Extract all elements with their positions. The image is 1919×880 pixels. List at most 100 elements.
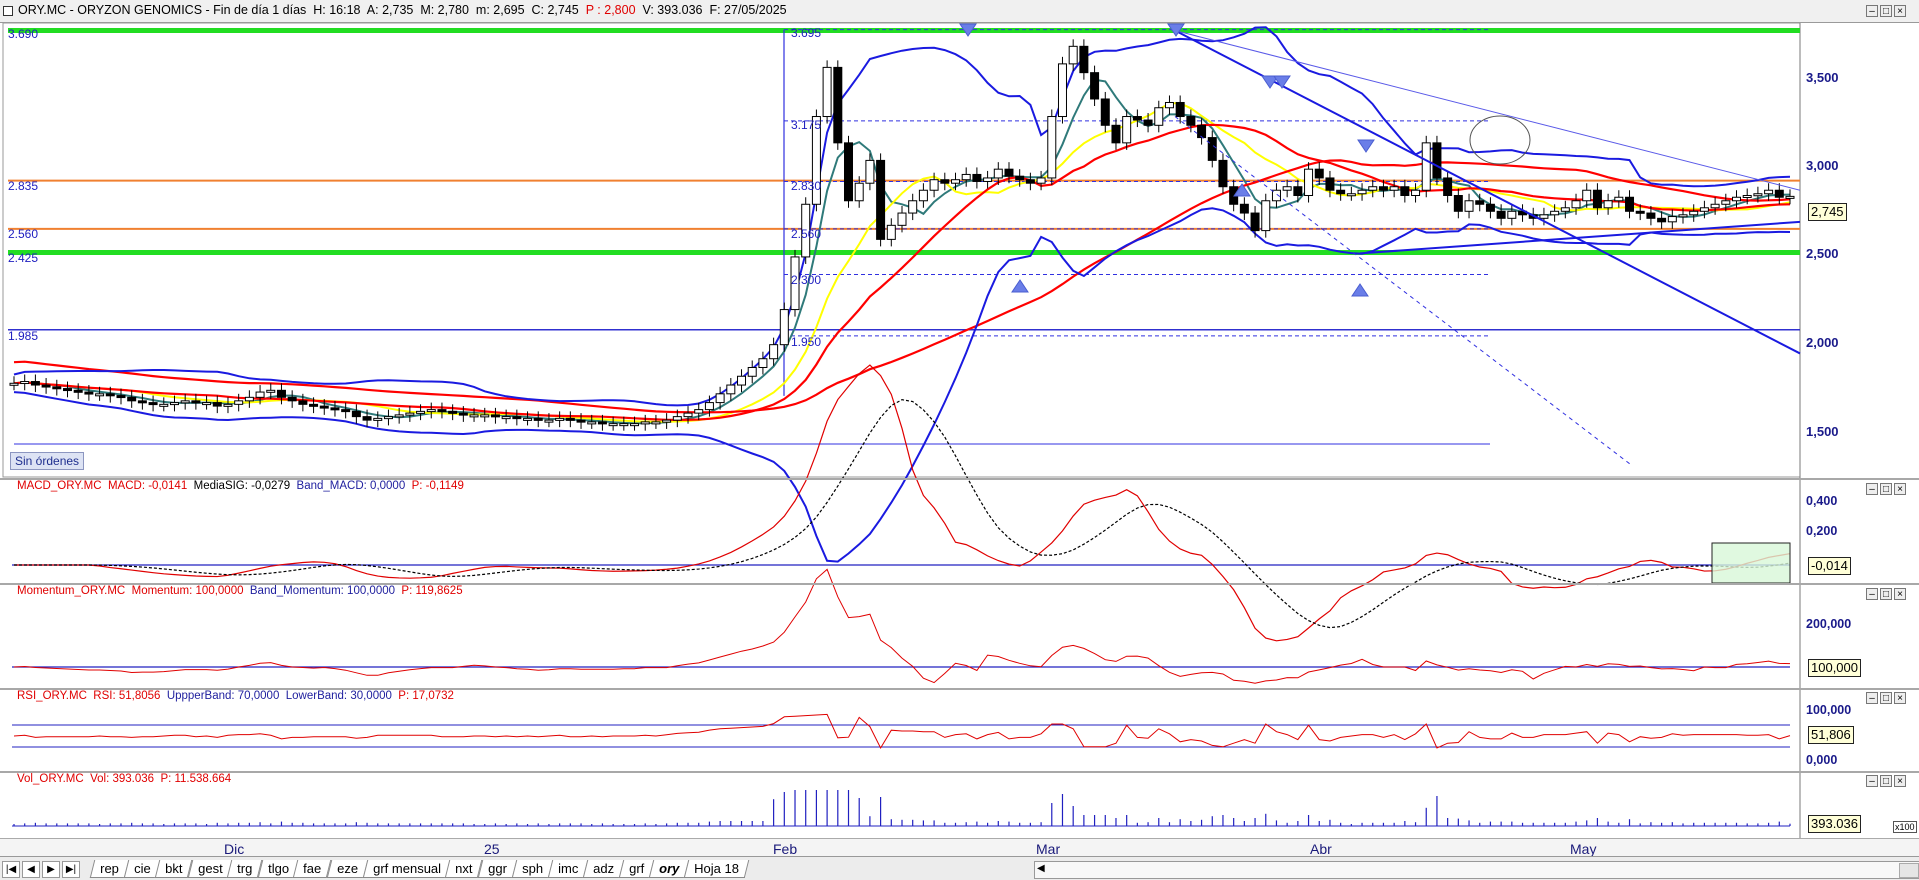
macd-tick: 0,200 bbox=[1806, 524, 1838, 538]
candle-body bbox=[630, 423, 640, 427]
maximize-icon[interactable]: □ bbox=[1880, 588, 1892, 600]
candle-body bbox=[1378, 186, 1388, 191]
candle-body bbox=[961, 173, 971, 181]
candle-body bbox=[1657, 217, 1667, 223]
candle-body bbox=[1047, 116, 1057, 179]
candle-body bbox=[480, 414, 490, 418]
scroll-left-icon[interactable]: ◀ bbox=[1037, 863, 1045, 874]
sheet-tab[interactable]: grf mensual bbox=[362, 860, 451, 878]
candle-body bbox=[1250, 212, 1260, 232]
maximize-icon[interactable]: □ bbox=[1880, 775, 1892, 787]
close-icon[interactable]: × bbox=[1894, 588, 1906, 600]
candle-body bbox=[383, 416, 393, 420]
macd-tick: 0,400 bbox=[1806, 494, 1838, 508]
candle-body bbox=[1550, 210, 1560, 216]
close-icon[interactable]: × bbox=[1894, 775, 1906, 787]
candle-body bbox=[1464, 200, 1474, 212]
sheet-tab[interactable]: imc bbox=[547, 860, 589, 878]
candle-body bbox=[255, 391, 265, 398]
candle-body bbox=[651, 421, 661, 425]
candle-body bbox=[533, 417, 543, 421]
candle-body bbox=[929, 179, 939, 191]
sheet-tab[interactable]: eze bbox=[326, 860, 368, 878]
minimize-icon[interactable]: – bbox=[1866, 588, 1878, 600]
candle-body bbox=[1646, 212, 1656, 219]
candle-body bbox=[1582, 189, 1592, 202]
candle-body bbox=[1111, 124, 1121, 144]
rsi-controls: – □ × bbox=[1866, 692, 1906, 704]
minimize-icon[interactable]: – bbox=[1866, 483, 1878, 495]
candle-body bbox=[105, 393, 115, 397]
level-label: 2.560 bbox=[8, 227, 39, 241]
candle-body bbox=[972, 173, 982, 182]
sheet-tab-bar: |◀ ◀ ▶ ▶| rep cie bkt gest trg tlgo fae eze grf … bbox=[0, 856, 1919, 880]
fib-label: 3.175 bbox=[791, 118, 822, 132]
y-tick-label: 3,500 bbox=[1806, 70, 1839, 85]
scroll-thumb[interactable] bbox=[1899, 863, 1919, 878]
candle-body bbox=[555, 417, 565, 421]
candle-body bbox=[1154, 107, 1164, 126]
prev-sheet-icon[interactable]: ◀ bbox=[22, 861, 40, 878]
sheet-tab[interactable]: ggr bbox=[477, 860, 517, 878]
panel-separator[interactable] bbox=[0, 771, 1919, 773]
candle-body bbox=[993, 168, 1003, 179]
candle-body bbox=[426, 409, 436, 413]
momentum-controls: – □ × bbox=[1866, 588, 1906, 600]
candle-body bbox=[202, 402, 212, 406]
level-label: 2.835 bbox=[8, 179, 39, 193]
candle-body bbox=[940, 179, 950, 184]
last-sheet-icon[interactable]: ▶| bbox=[62, 861, 80, 878]
maximize-icon[interactable]: □ bbox=[1880, 483, 1892, 495]
date-label: Dic bbox=[224, 841, 245, 857]
candle-body bbox=[1485, 203, 1495, 212]
candle-body bbox=[672, 416, 682, 421]
candle-body bbox=[908, 200, 918, 214]
minimize-icon[interactable]: – bbox=[1866, 692, 1878, 704]
horizontal-scrollbar[interactable]: ◀ bbox=[1034, 861, 1919, 879]
candle-body bbox=[362, 416, 372, 421]
candle-body bbox=[1443, 177, 1453, 196]
candle-body bbox=[1774, 189, 1784, 198]
next-sheet-icon[interactable]: ▶ bbox=[42, 861, 60, 878]
orders-label[interactable]: Sin órdenes bbox=[10, 452, 85, 470]
candle-body bbox=[1753, 193, 1763, 197]
candle-body bbox=[41, 384, 51, 388]
maximize-icon[interactable]: □ bbox=[1880, 692, 1892, 704]
macd-zoom-box bbox=[1711, 542, 1791, 584]
sheet-tab[interactable]: Hoja 18 bbox=[683, 860, 750, 878]
candle-body bbox=[1721, 200, 1731, 205]
candle-body bbox=[1132, 116, 1142, 121]
first-sheet-icon[interactable]: |◀ bbox=[2, 861, 20, 878]
candle-body bbox=[116, 395, 126, 399]
rsi-tick: 100,000 bbox=[1806, 703, 1852, 717]
close-icon[interactable]: × bbox=[1894, 483, 1906, 495]
candle-body bbox=[1710, 203, 1720, 209]
candle-body bbox=[983, 177, 993, 182]
fib-label: 2.300 bbox=[791, 273, 822, 287]
candle-body bbox=[1432, 142, 1442, 179]
candle-body bbox=[1496, 210, 1506, 219]
candle-body bbox=[266, 389, 276, 393]
candle-body bbox=[191, 400, 201, 404]
candle-body bbox=[1357, 189, 1367, 195]
candle-body bbox=[704, 402, 714, 411]
sheet-tab[interactable]: fae bbox=[293, 860, 332, 878]
sheet-tab[interactable]: gest bbox=[187, 860, 233, 878]
close-icon[interactable]: × bbox=[1894, 692, 1906, 704]
candle-body bbox=[619, 423, 629, 427]
price-chart[interactable] bbox=[0, 0, 1919, 879]
trend-line bbox=[1359, 220, 1801, 255]
sheet-tab[interactable]: rep bbox=[89, 860, 130, 878]
candle-body bbox=[715, 393, 725, 404]
candle-body bbox=[1667, 216, 1677, 223]
sheet-tab[interactable]: sph bbox=[511, 860, 553, 878]
candle-body bbox=[212, 402, 222, 407]
sheet-tabs: rep cie bkt gest trg tlgo fae eze grf mensual nxt… bbox=[89, 860, 750, 878]
candle-body bbox=[351, 410, 361, 418]
minimize-icon[interactable]: – bbox=[1866, 775, 1878, 787]
trend-line bbox=[1174, 30, 1801, 191]
momentum-panel-title: Momentum_ORY.MC Momentum: 100,0000 Band_… bbox=[17, 585, 463, 597]
candle-body bbox=[62, 388, 72, 392]
candle-body bbox=[394, 414, 404, 418]
sheet-tab[interactable]: adz bbox=[582, 860, 624, 878]
